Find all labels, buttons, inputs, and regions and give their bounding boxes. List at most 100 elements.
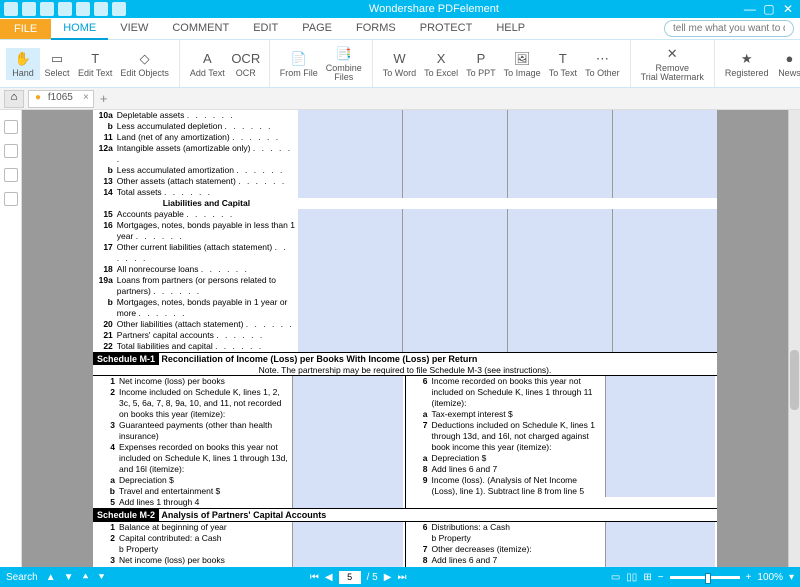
qat-menu-icon[interactable] bbox=[4, 2, 18, 16]
page-nav: ⏮ ◀ / 5 ▶ ⏭ bbox=[310, 571, 407, 584]
remove-watermark-button[interactable]: ✕Remove Trial Watermark bbox=[637, 43, 708, 84]
thumbnails-icon[interactable] bbox=[4, 120, 18, 134]
select-icon: ▭ bbox=[48, 50, 66, 68]
menu-tabs: HOMEVIEWCOMMENTEDITPAGEFORMSPROTECTHELP bbox=[51, 18, 537, 40]
quick-access-toolbar bbox=[4, 2, 126, 16]
to-image-icon: 🖼 bbox=[513, 50, 531, 68]
ocr-icon: OCR bbox=[237, 50, 255, 68]
prev-page-icon[interactable]: ◀ bbox=[325, 572, 333, 583]
qat-print-icon[interactable] bbox=[58, 2, 72, 16]
from-file-button[interactable]: 📄From File bbox=[276, 48, 322, 80]
bookmarks-icon[interactable] bbox=[4, 144, 18, 158]
to-other-icon: ⋯ bbox=[593, 50, 611, 68]
qat-open-icon[interactable] bbox=[22, 2, 36, 16]
to-ppt-icon: P bbox=[472, 50, 490, 68]
to-other-label: To Other bbox=[585, 69, 620, 78]
remove-watermark-icon: ✕ bbox=[663, 45, 681, 63]
zoom-dropdown-icon[interactable]: ▾ bbox=[789, 572, 794, 583]
news-button[interactable]: ●News bbox=[772, 48, 800, 80]
close-icon[interactable]: ✕ bbox=[780, 2, 796, 16]
view-mode-2-icon[interactable]: ▯▯ bbox=[626, 572, 637, 583]
add-text-label: Add Text bbox=[190, 69, 225, 78]
window-buttons: — ▢ ✕ bbox=[742, 2, 796, 16]
to-ppt-button[interactable]: PTo PPT bbox=[462, 48, 500, 80]
to-text-button[interactable]: TTo Text bbox=[545, 48, 581, 80]
qat-dropdown-icon[interactable] bbox=[112, 2, 126, 16]
search-panel-icon[interactable] bbox=[4, 192, 18, 206]
prev-result-icon[interactable]: ▲ bbox=[46, 572, 56, 583]
file-menu[interactable]: FILE bbox=[0, 19, 51, 39]
document-tab[interactable]: f1065 × bbox=[28, 90, 94, 108]
home-tab-icon[interactable]: ⌂ bbox=[4, 90, 24, 108]
registered-label: Registered bbox=[725, 69, 769, 78]
qat-save-icon[interactable] bbox=[40, 2, 54, 16]
zoom-slider[interactable] bbox=[670, 576, 740, 579]
to-excel-button[interactable]: XTo Excel bbox=[420, 48, 462, 80]
minimize-icon[interactable]: — bbox=[742, 2, 758, 16]
search-input[interactable] bbox=[664, 20, 794, 37]
maximize-icon[interactable]: ▢ bbox=[761, 2, 777, 16]
add-text-icon: A bbox=[198, 50, 216, 68]
document-tab-label: f1065 bbox=[48, 92, 73, 103]
menu-tab-edit[interactable]: EDIT bbox=[241, 18, 290, 40]
tab-close-icon[interactable]: × bbox=[83, 92, 89, 103]
edit-text-button[interactable]: TEdit Text bbox=[74, 48, 116, 80]
status-bar: Search ▲ ▼ ⯅ ⯆ ⏮ ◀ / 5 ▶ ⏭ ▭ ▯▯ ⊞ − + 10… bbox=[0, 567, 800, 587]
attachments-icon[interactable] bbox=[4, 168, 18, 182]
to-other-button[interactable]: ⋯To Other bbox=[581, 48, 624, 80]
status-search-label[interactable]: Search bbox=[6, 572, 38, 583]
collapse-down-icon[interactable]: ⯆ bbox=[98, 572, 106, 583]
menu-tab-forms[interactable]: FORMS bbox=[344, 18, 408, 40]
edit-objects-icon: ◇ bbox=[136, 50, 154, 68]
title-bar: Wondershare PDFelement — ▢ ✕ bbox=[0, 0, 800, 18]
next-result-icon[interactable]: ▼ bbox=[64, 572, 74, 583]
select-label: Select bbox=[44, 69, 69, 78]
first-page-icon[interactable]: ⏮ bbox=[310, 572, 319, 583]
edit-text-label: Edit Text bbox=[78, 69, 112, 78]
menu-tab-home[interactable]: HOME bbox=[51, 18, 108, 40]
next-page-icon[interactable]: ▶ bbox=[384, 572, 392, 583]
add-tab-icon[interactable]: + bbox=[100, 91, 108, 106]
view-mode-3-icon[interactable]: ⊞ bbox=[643, 572, 651, 583]
select-button[interactable]: ▭Select bbox=[40, 48, 74, 80]
ocr-label: OCR bbox=[236, 69, 256, 78]
collapse-up-icon[interactable]: ⯅ bbox=[82, 572, 90, 583]
zoom-value: 100% bbox=[757, 572, 783, 583]
zoom-in-icon[interactable]: + bbox=[746, 572, 752, 583]
menu-bar: FILE HOMEVIEWCOMMENTEDITPAGEFORMSPROTECT… bbox=[0, 18, 800, 40]
view-mode-1-icon[interactable]: ▭ bbox=[611, 572, 620, 583]
ocr-button[interactable]: OCROCR bbox=[229, 48, 263, 80]
qat-redo-icon[interactable] bbox=[94, 2, 108, 16]
page-input[interactable] bbox=[339, 571, 361, 584]
add-text-button[interactable]: AAdd Text bbox=[186, 48, 229, 80]
to-image-button[interactable]: 🖼To Image bbox=[500, 48, 545, 80]
edit-text-icon: T bbox=[86, 50, 104, 68]
tell-me-search[interactable] bbox=[664, 20, 794, 37]
menu-tab-protect[interactable]: PROTECT bbox=[408, 18, 485, 40]
document-tab-bar: ⌂ f1065 × + bbox=[0, 88, 800, 110]
to-word-icon: W bbox=[390, 50, 408, 68]
from-file-label: From File bbox=[280, 69, 318, 78]
document-canvas[interactable]: 10aDepletable assets bLess accumulated d… bbox=[22, 110, 788, 567]
hand-icon: ✋ bbox=[14, 50, 32, 68]
from-file-icon: 📄 bbox=[290, 50, 308, 68]
vertical-scrollbar[interactable] bbox=[788, 110, 800, 567]
hand-button[interactable]: ✋Hand bbox=[6, 48, 40, 80]
registered-button[interactable]: ★Registered bbox=[721, 48, 773, 80]
combine-button[interactable]: 📑Combine Files bbox=[322, 43, 366, 84]
edit-objects-label: Edit Objects bbox=[120, 69, 169, 78]
menu-tab-view[interactable]: VIEW bbox=[108, 18, 160, 40]
zoom-out-icon[interactable]: − bbox=[658, 572, 664, 583]
menu-tab-help[interactable]: HELP bbox=[484, 18, 537, 40]
menu-tab-page[interactable]: PAGE bbox=[290, 18, 344, 40]
to-word-button[interactable]: WTo Word bbox=[379, 48, 420, 80]
scroll-thumb[interactable] bbox=[790, 350, 799, 410]
page-total: / 5 bbox=[367, 572, 378, 583]
menu-tab-comment[interactable]: COMMENT bbox=[160, 18, 241, 40]
app-title: Wondershare PDFelement bbox=[126, 3, 742, 15]
to-excel-label: To Excel bbox=[424, 69, 458, 78]
edit-objects-button[interactable]: ◇Edit Objects bbox=[116, 48, 173, 80]
last-page-icon[interactable]: ⏭ bbox=[397, 572, 406, 583]
qat-undo-icon[interactable] bbox=[76, 2, 90, 16]
combine-label: Combine Files bbox=[326, 64, 362, 82]
